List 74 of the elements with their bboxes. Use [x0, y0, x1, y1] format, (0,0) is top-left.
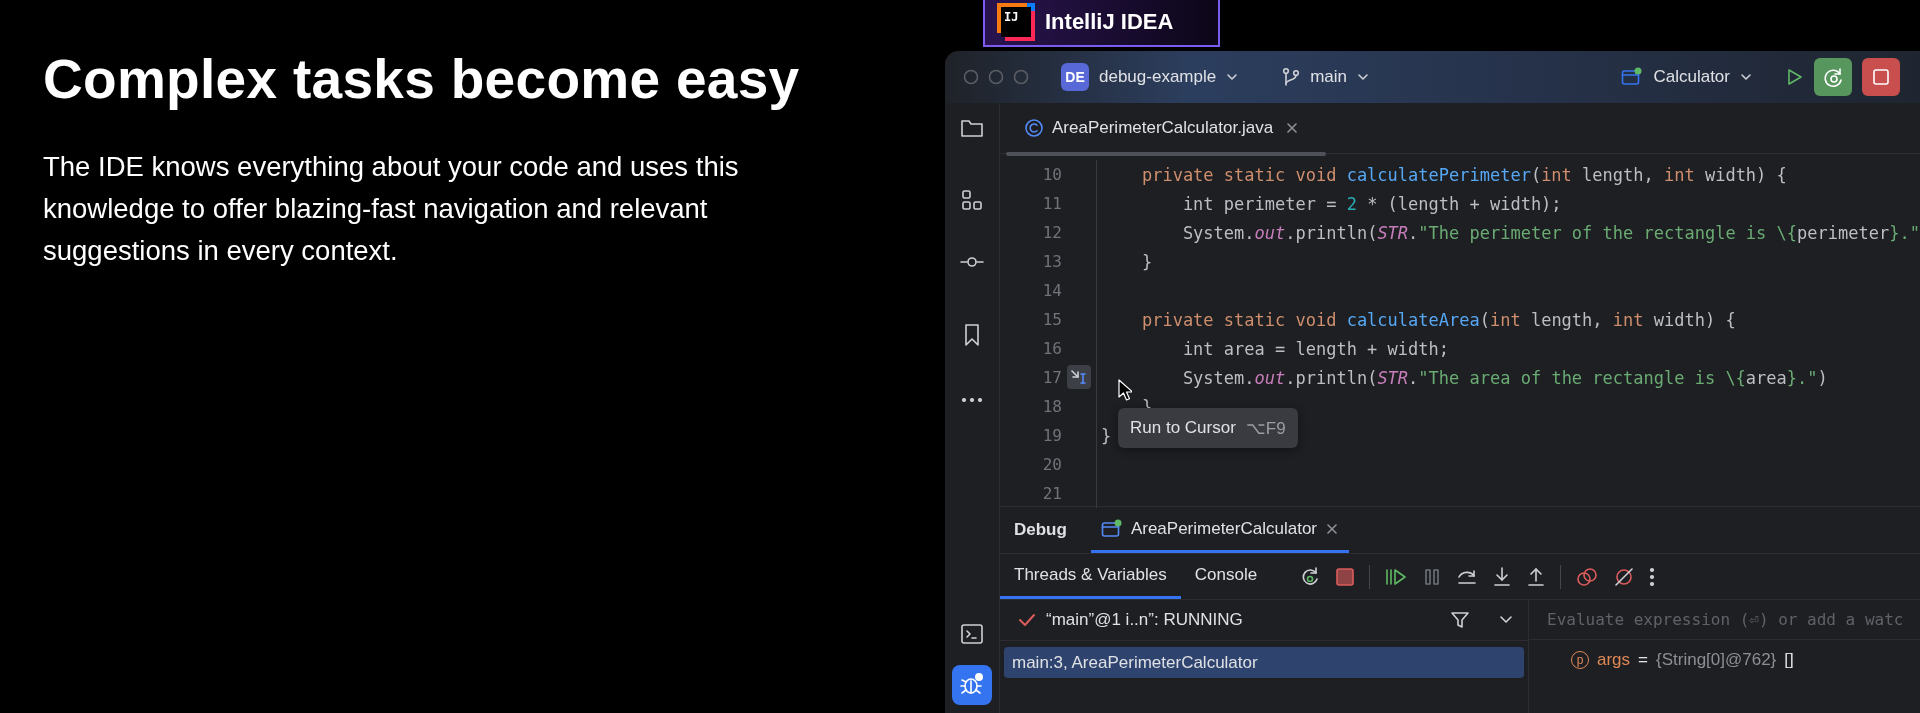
line-number: 14: [1041, 281, 1062, 300]
step-out-icon[interactable]: [1526, 565, 1547, 588]
line-number: 16: [1041, 339, 1062, 358]
tooltip-label: Run to Cursor: [1130, 418, 1236, 438]
code-line: private static void calculatePerimeter(int length, int width) {: [1140, 164, 1787, 185]
variable-value: {String[0]@762}: [1656, 650, 1777, 670]
commit-icon[interactable]: [960, 255, 984, 269]
debug-rerun-button[interactable]: [1814, 58, 1852, 96]
view-tab[interactable]: Console: [1180, 554, 1272, 599]
line-number: 20: [1041, 455, 1062, 474]
arrow-cursor-icon: [1070, 369, 1088, 385]
check-icon: [1018, 612, 1036, 628]
mouse-pointer-icon: [1118, 379, 1132, 401]
folder-icon[interactable]: [960, 117, 984, 139]
run-configuration-icon[interactable]: [1621, 67, 1644, 87]
line-number: 12: [1041, 223, 1062, 242]
terminal-icon[interactable]: [960, 623, 984, 645]
line-number: 13: [1041, 252, 1062, 271]
breakpoints-icon[interactable]: [1575, 565, 1600, 588]
code-line: }: [1140, 251, 1153, 272]
close-icon[interactable]: [1285, 121, 1300, 135]
line-number: 17: [1041, 368, 1062, 387]
mute-breakpoints-icon[interactable]: [1613, 565, 1636, 588]
structure-icon[interactable]: [961, 189, 983, 211]
code-line: System.out.println(STR."The area of the rectangle is \{area}."): [1181, 367, 1828, 388]
session-tab[interactable]: AreaPerimeterCalculator: [1090, 507, 1350, 553]
variable-content: []: [1784, 650, 1794, 670]
line-number: 21: [1041, 484, 1062, 503]
close-icon[interactable]: [1325, 521, 1340, 536]
rerun-bug-icon: [1822, 66, 1844, 88]
scrollbar[interactable]: [1006, 152, 1326, 156]
product-name: IntelliJ IDEA: [1045, 8, 1174, 35]
stop-button[interactable]: [1862, 58, 1900, 96]
code-line: }: [1101, 425, 1112, 446]
code-line: int perimeter = 2 * (length + width);: [1181, 193, 1562, 214]
variable-name[interactable]: args: [1597, 650, 1631, 670]
line-number: 10: [1041, 165, 1062, 184]
stop-icon: [1871, 67, 1891, 87]
panel-title: Debug: [1014, 520, 1067, 540]
line-number: 18: [1041, 397, 1062, 416]
chevron-down-icon[interactable]: [1357, 71, 1370, 83]
more-icon[interactable]: [961, 397, 983, 403]
equals-sign: =: [1638, 650, 1648, 670]
hero-title: Complex tasks become easy: [43, 47, 801, 112]
bookmark-icon[interactable]: [962, 323, 982, 347]
thread-selector[interactable]: “main”@1 i..n”: RUNNING: [1000, 600, 1528, 641]
branch-selector[interactable]: main: [1310, 67, 1348, 87]
view-tab[interactable]: Threads & Variables: [1000, 554, 1181, 599]
project-badge: DE: [1061, 63, 1089, 91]
line-number: 15: [1041, 310, 1062, 329]
filter-icon[interactable]: [1450, 610, 1470, 630]
hero-description: The IDE knows everything about your code and uses this knowledge to offer blazing-fast navigation and relevant suggestions in every context.: [43, 150, 740, 268]
stack-frame[interactable]: main:3, AreaPerimeterCalculator: [1004, 647, 1524, 678]
keyboard-shortcut: ⌥F9: [1245, 417, 1286, 439]
stop-icon[interactable]: [1335, 566, 1356, 587]
line-number: 19: [1041, 426, 1062, 445]
line-number: 11: [1041, 194, 1062, 213]
debug-tool-button[interactable]: [952, 665, 992, 705]
thread-label: “main”@1 i..n”: RUNNING: [1046, 610, 1244, 630]
run-configuration-selector[interactable]: Calculator: [1653, 67, 1730, 87]
run-configuration-icon: [1100, 518, 1123, 539]
project-selector[interactable]: debug-example: [1099, 67, 1217, 87]
code-line: int area = length + width;: [1181, 338, 1449, 359]
branch-icon[interactable]: [1282, 67, 1301, 87]
chevron-down-icon[interactable]: [1740, 71, 1752, 83]
chevron-down-icon[interactable]: [1226, 71, 1239, 83]
code-line: private static void calculateArea(int length, int width) {: [1140, 309, 1736, 330]
step-into-icon[interactable]: [1492, 565, 1513, 588]
resume-icon[interactable]: [1384, 566, 1409, 587]
code-line: System.out.println(STR."The perimeter of the rectangle is \{perimeter}.": [1181, 222, 1920, 243]
run-to-cursor-marker[interactable]: [1067, 365, 1091, 389]
more-icon[interactable]: [1649, 566, 1656, 587]
editor-tab[interactable]: AreaPerimeterCalculator.java: [1024, 118, 1274, 138]
class-icon: [1024, 118, 1044, 138]
